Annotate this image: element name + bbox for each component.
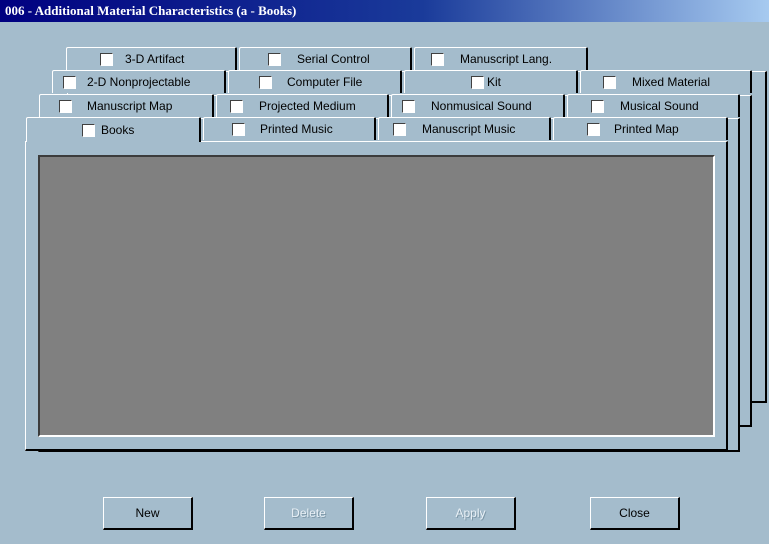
tab-label: Mixed Material [632,75,711,89]
tab-content-area [38,155,715,437]
tab-label: Projected Medium [259,99,356,113]
manuscript-map-checkbox[interactable] [59,99,72,113]
tab-printed-music[interactable]: Printed Music [203,117,376,140]
musical-sound-checkbox[interactable] [591,99,604,113]
tab-label: 2-D Nonprojectable [87,75,191,89]
tab-mixed-material[interactable]: Mixed Material [580,70,752,93]
kit-checkbox[interactable] [471,75,484,89]
tab-nonmusical-sound[interactable]: Nonmusical Sound [391,94,565,117]
tab-musical-sound[interactable]: Musical Sound [567,94,740,117]
tab-manuscript-lang[interactable]: Manuscript Lang. [414,47,588,70]
tab-books[interactable]: Books [26,117,201,142]
tab-printed-map[interactable]: Printed Map [553,117,728,140]
apply-button[interactable]: Apply [426,497,516,530]
tab-computer-file[interactable]: Computer File [228,70,402,93]
tab-label: Manuscript Music [422,122,516,136]
computer-file-checkbox[interactable] [259,75,272,89]
projected-medium-checkbox[interactable] [230,99,243,113]
tab-label: Manuscript Map [87,99,173,113]
nonmusical-sound-checkbox[interactable] [402,99,415,113]
tab-2d-nonprojectable[interactable]: 2-D Nonprojectable [52,70,226,93]
tab-manuscript-map[interactable]: Manuscript Map [39,94,214,117]
new-button[interactable]: New [103,497,193,530]
window-title: 006 - Additional Material Characteristic… [0,0,769,22]
books-checkbox[interactable] [82,123,95,137]
tab-manuscript-music[interactable]: Manuscript Music [378,117,551,140]
tab-label: Printed Music [260,122,333,136]
printed-music-checkbox[interactable] [232,122,245,136]
tab-label: Printed Map [614,122,679,136]
manuscript-music-checkbox[interactable] [393,122,406,136]
tab-label: Musical Sound [620,99,699,113]
tab-projected-medium[interactable]: Projected Medium [216,94,389,117]
tab-kit[interactable]: Kit [404,70,578,93]
tab-3d-artifact[interactable]: 3-D Artifact [66,47,237,70]
tab-label: Manuscript Lang. [460,52,553,66]
delete-button[interactable]: Delete [264,497,354,530]
printed-map-checkbox[interactable] [587,122,600,136]
tab-label: Kit [487,75,502,89]
tab-label: 3-D Artifact [125,52,185,66]
tab-label: Computer File [287,75,363,89]
3d-artifact-checkbox[interactable] [100,52,113,66]
mixed-material-checkbox[interactable] [603,75,616,89]
tab-label: Books [101,123,135,137]
tab-serial-control[interactable]: Serial Control [239,47,412,70]
serial-control-checkbox[interactable] [268,52,281,66]
manuscript-lang-checkbox[interactable] [431,52,444,66]
2d-nonprojectable-checkbox[interactable] [63,75,76,89]
tab-label: Nonmusical Sound [431,99,532,113]
tab-label: Serial Control [297,52,370,66]
close-button[interactable]: Close [590,497,680,530]
